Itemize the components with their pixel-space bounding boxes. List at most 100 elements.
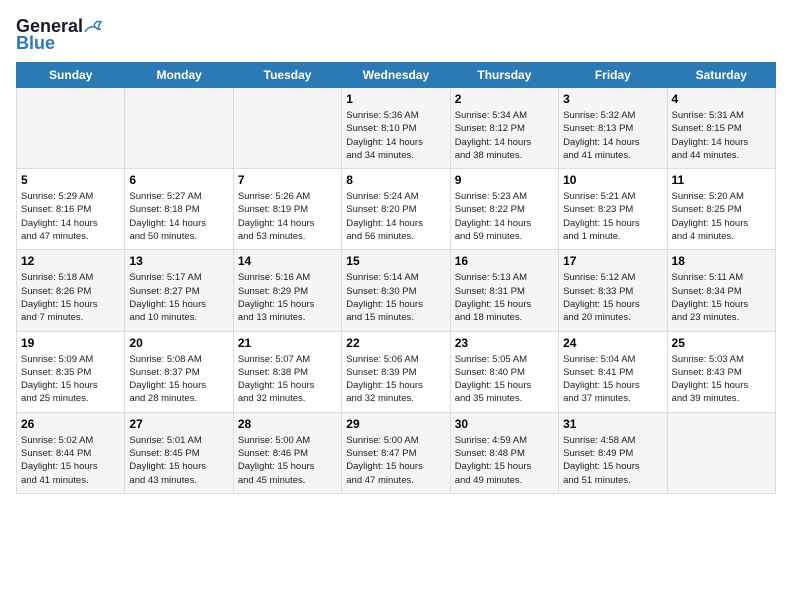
calendar-week-4: 19 Sunrise: 5:09 AM Sunset: 8:35 PM Dayli…	[17, 331, 776, 412]
day-content: Sunrise: 5:20 AM Sunset: 8:25 PM Dayligh…	[672, 190, 771, 243]
day-number: 26	[21, 417, 120, 431]
day-number: 4	[672, 92, 771, 106]
calendar-cell: 18 Sunrise: 5:11 AM Sunset: 8:34 PM Dayli…	[667, 250, 775, 331]
calendar-cell: 15Sunrise: 5:14 AM Sunset: 8:30 PM Dayli…	[342, 250, 450, 331]
day-content: Sunrise: 5:27 AM Sunset: 8:18 PM Dayligh…	[129, 190, 228, 243]
calendar-cell: 12Sunrise: 5:18 AM Sunset: 8:26 PM Dayli…	[17, 250, 125, 331]
calendar-cell: 22Sunrise: 5:06 AM Sunset: 8:39 PM Dayli…	[342, 331, 450, 412]
day-number: 28	[238, 417, 337, 431]
calendar-cell: 20 Sunrise: 5:08 AM Sunset: 8:37 PM Dayli…	[125, 331, 233, 412]
day-number: 14	[238, 254, 337, 268]
calendar-cell: 16Sunrise: 5:13 AM Sunset: 8:31 PM Dayli…	[450, 250, 558, 331]
calendar-week-2: 5 Sunrise: 5:29 AM Sunset: 8:16 PM Daylig…	[17, 169, 776, 250]
day-content: Sunrise: 5:11 AM Sunset: 8:34 PM Dayligh…	[672, 271, 771, 324]
calendar-cell: 11 Sunrise: 5:20 AM Sunset: 8:25 PM Dayli…	[667, 169, 775, 250]
calendar-cell: 8 Sunrise: 5:24 AM Sunset: 8:20 PM Daylig…	[342, 169, 450, 250]
day-number: 18	[672, 254, 771, 268]
calendar-cell: 10 Sunrise: 5:21 AM Sunset: 8:23 PM Dayli…	[559, 169, 667, 250]
day-content: Sunrise: 5:16 AM Sunset: 8:29 PM Dayligh…	[238, 271, 337, 324]
day-number: 3	[563, 92, 662, 106]
day-number: 6	[129, 173, 228, 187]
calendar-cell: 5 Sunrise: 5:29 AM Sunset: 8:16 PM Daylig…	[17, 169, 125, 250]
day-number: 16	[455, 254, 554, 268]
calendar-cell: 7 Sunrise: 5:26 AM Sunset: 8:19 PM Daylig…	[233, 169, 341, 250]
calendar-header: SundayMondayTuesdayWednesdayThursdayFrid…	[17, 63, 776, 88]
calendar-cell: 21Sunrise: 5:07 AM Sunset: 8:38 PM Dayli…	[233, 331, 341, 412]
day-number: 19	[21, 336, 120, 350]
day-number: 13	[129, 254, 228, 268]
day-number: 24	[563, 336, 662, 350]
day-number: 8	[346, 173, 445, 187]
calendar-cell: 26 Sunrise: 5:02 AM Sunset: 8:44 PM Dayli…	[17, 412, 125, 493]
day-number: 1	[346, 92, 445, 106]
calendar-cell: 4 Sunrise: 5:31 AM Sunset: 8:15 PM Daylig…	[667, 88, 775, 169]
day-content: Sunrise: 5:36 AM Sunset: 8:10 PM Dayligh…	[346, 109, 445, 162]
calendar-cell: 6 Sunrise: 5:27 AM Sunset: 8:18 PM Daylig…	[125, 169, 233, 250]
header-sunday: Sunday	[17, 63, 125, 88]
calendar-cell: 28Sunrise: 5:00 AM Sunset: 8:46 PM Dayli…	[233, 412, 341, 493]
day-content: Sunrise: 5:24 AM Sunset: 8:20 PM Dayligh…	[346, 190, 445, 243]
day-content: Sunrise: 5:01 AM Sunset: 8:45 PM Dayligh…	[129, 434, 228, 487]
logo-blue-text: Blue	[16, 33, 55, 54]
calendar-cell	[233, 88, 341, 169]
page-header: General Blue	[16, 16, 776, 54]
day-content: Sunrise: 5:03 AM Sunset: 8:43 PM Dayligh…	[672, 353, 771, 406]
calendar-cell: 2 Sunrise: 5:34 AM Sunset: 8:12 PM Daylig…	[450, 88, 558, 169]
header-monday: Monday	[125, 63, 233, 88]
calendar-week-5: 26 Sunrise: 5:02 AM Sunset: 8:44 PM Dayli…	[17, 412, 776, 493]
calendar-table: SundayMondayTuesdayWednesdayThursdayFrid…	[16, 62, 776, 494]
day-number: 31	[563, 417, 662, 431]
calendar-cell: 29Sunrise: 5:00 AM Sunset: 8:47 PM Dayli…	[342, 412, 450, 493]
day-number: 17	[563, 254, 662, 268]
day-content: Sunrise: 5:04 AM Sunset: 8:41 PM Dayligh…	[563, 353, 662, 406]
calendar-cell: 9 Sunrise: 5:23 AM Sunset: 8:22 PM Daylig…	[450, 169, 558, 250]
calendar-week-1: 1 Sunrise: 5:36 AM Sunset: 8:10 PM Daylig…	[17, 88, 776, 169]
day-content: Sunrise: 5:29 AM Sunset: 8:16 PM Dayligh…	[21, 190, 120, 243]
day-number: 2	[455, 92, 554, 106]
header-friday: Friday	[559, 63, 667, 88]
day-content: Sunrise: 5:21 AM Sunset: 8:23 PM Dayligh…	[563, 190, 662, 243]
calendar-cell: 17Sunrise: 5:12 AM Sunset: 8:33 PM Dayli…	[559, 250, 667, 331]
calendar-cell: 27 Sunrise: 5:01 AM Sunset: 8:45 PM Dayli…	[125, 412, 233, 493]
day-content: Sunrise: 5:02 AM Sunset: 8:44 PM Dayligh…	[21, 434, 120, 487]
calendar-cell: 13 Sunrise: 5:17 AM Sunset: 8:27 PM Dayli…	[125, 250, 233, 331]
logo: General Blue	[16, 16, 105, 54]
day-number: 21	[238, 336, 337, 350]
day-number: 7	[238, 173, 337, 187]
calendar-week-3: 12Sunrise: 5:18 AM Sunset: 8:26 PM Dayli…	[17, 250, 776, 331]
logo-bird-icon	[83, 18, 105, 36]
calendar-cell	[17, 88, 125, 169]
day-content: Sunrise: 4:59 AM Sunset: 8:48 PM Dayligh…	[455, 434, 554, 487]
day-content: Sunrise: 5:34 AM Sunset: 8:12 PM Dayligh…	[455, 109, 554, 162]
day-content: Sunrise: 5:32 AM Sunset: 8:13 PM Dayligh…	[563, 109, 662, 162]
day-number: 29	[346, 417, 445, 431]
calendar-cell: 24 Sunrise: 5:04 AM Sunset: 8:41 PM Dayli…	[559, 331, 667, 412]
day-number: 9	[455, 173, 554, 187]
day-number: 27	[129, 417, 228, 431]
day-number: 22	[346, 336, 445, 350]
day-content: Sunrise: 5:05 AM Sunset: 8:40 PM Dayligh…	[455, 353, 554, 406]
calendar-cell: 31 Sunrise: 4:58 AM Sunset: 8:49 PM Dayli…	[559, 412, 667, 493]
day-number: 25	[672, 336, 771, 350]
calendar-cell	[125, 88, 233, 169]
day-content: Sunrise: 5:23 AM Sunset: 8:22 PM Dayligh…	[455, 190, 554, 243]
day-content: Sunrise: 5:17 AM Sunset: 8:27 PM Dayligh…	[129, 271, 228, 324]
header-row: SundayMondayTuesdayWednesdayThursdayFrid…	[17, 63, 776, 88]
day-number: 5	[21, 173, 120, 187]
calendar-cell: 14 Sunrise: 5:16 AM Sunset: 8:29 PM Dayli…	[233, 250, 341, 331]
calendar-cell: 23Sunrise: 5:05 AM Sunset: 8:40 PM Dayli…	[450, 331, 558, 412]
day-number: 20	[129, 336, 228, 350]
day-number: 11	[672, 173, 771, 187]
day-number: 10	[563, 173, 662, 187]
day-content: Sunrise: 5:08 AM Sunset: 8:37 PM Dayligh…	[129, 353, 228, 406]
calendar-cell	[667, 412, 775, 493]
day-content: Sunrise: 4:58 AM Sunset: 8:49 PM Dayligh…	[563, 434, 662, 487]
calendar-cell: 1 Sunrise: 5:36 AM Sunset: 8:10 PM Daylig…	[342, 88, 450, 169]
calendar-body: 1 Sunrise: 5:36 AM Sunset: 8:10 PM Daylig…	[17, 88, 776, 494]
day-content: Sunrise: 5:26 AM Sunset: 8:19 PM Dayligh…	[238, 190, 337, 243]
header-saturday: Saturday	[667, 63, 775, 88]
calendar-cell: 30Sunrise: 4:59 AM Sunset: 8:48 PM Dayli…	[450, 412, 558, 493]
day-content: Sunrise: 5:09 AM Sunset: 8:35 PM Dayligh…	[21, 353, 120, 406]
day-content: Sunrise: 5:31 AM Sunset: 8:15 PM Dayligh…	[672, 109, 771, 162]
header-tuesday: Tuesday	[233, 63, 341, 88]
